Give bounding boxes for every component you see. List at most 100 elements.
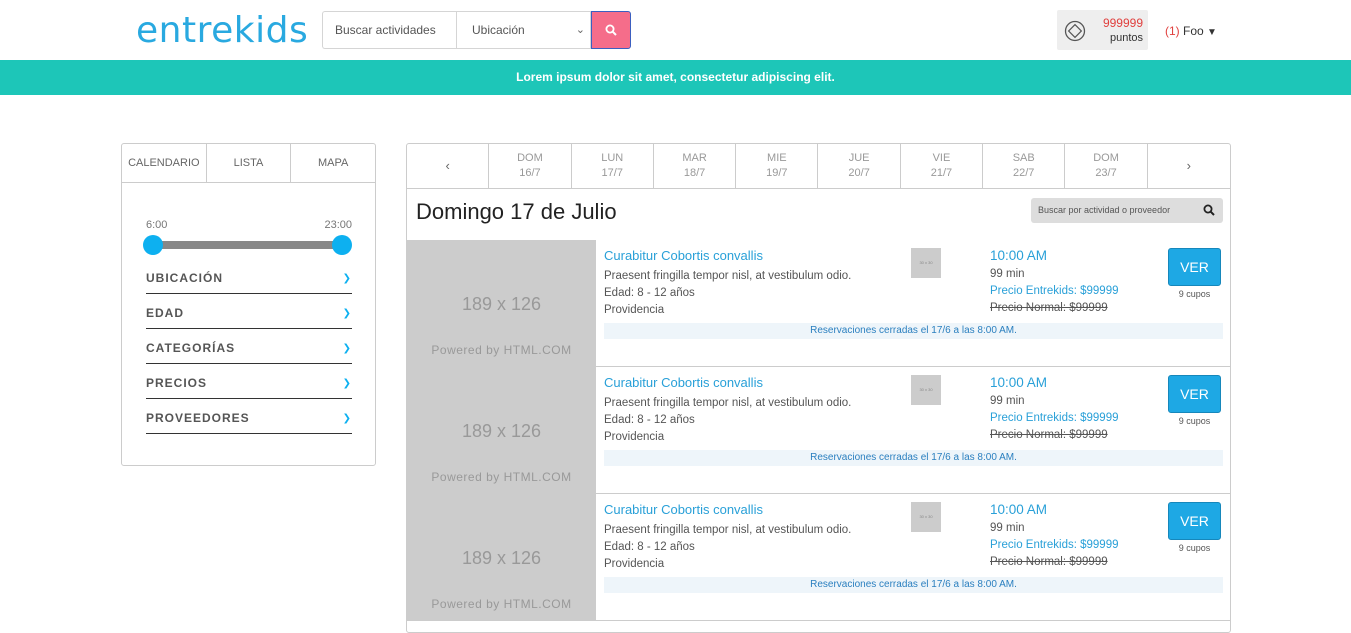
day-date: 23/7 [1095, 167, 1117, 179]
tab-calendario[interactable]: CALENDARIO [122, 144, 207, 182]
activity-title[interactable]: Curabitur Cobortis convallis [604, 248, 763, 263]
points-value: 999999 [1102, 16, 1143, 30]
provider-logo: 30 x 30 [911, 502, 941, 532]
day-item[interactable]: LUN 17/7 [572, 144, 654, 188]
filter-ubicacion[interactable]: UBICACIÓN ❯ [146, 259, 352, 294]
day-item[interactable]: VIE 21/7 [901, 144, 984, 188]
view-button[interactable]: VER [1168, 248, 1221, 286]
filter-label: PRECIOS [146, 376, 208, 390]
activity-image[interactable]: 189 x 126 Powered by HTML.COM [407, 494, 596, 620]
location-select[interactable]: Ubicación ⌄ [456, 11, 591, 49]
day-name: VIE [932, 152, 951, 164]
time-start-label: 6:00 [146, 219, 168, 231]
reservation-closed-note: Reservaciones cerradas el 17/6 a las 8:0… [604, 577, 1223, 593]
view-button[interactable]: VER [1168, 502, 1221, 540]
filter-label: EDAD [146, 306, 185, 320]
search-button[interactable] [591, 11, 631, 49]
day-selector: ‹ DOM 16/7 LUN 17/7 MAR 18/7 MIE 19/7 JUE 20/… [407, 144, 1230, 189]
filter-sidebar: CALENDARIO LISTA MAPA 6:00 23:00 UBICACI… [121, 143, 376, 466]
activity-age: Edad: 8 - 12 años [604, 414, 695, 426]
image-placeholder-dims: 189 x 126 [461, 421, 542, 441]
filter-label: CATEGORÍAS [146, 341, 236, 355]
filter-label: UBICACIÓN [146, 271, 223, 285]
tab-lista[interactable]: LISTA [207, 144, 292, 182]
search-input[interactable]: Buscar actividades [322, 11, 457, 49]
spots-available: 9 cupos [1178, 289, 1211, 299]
activity-description: Praesent fringilla tempor nisl, at vesti… [604, 524, 852, 536]
chevron-down-icon: ▼ [1207, 27, 1217, 38]
reservation-closed-note: Reservaciones cerradas el 17/6 a las 8:0… [604, 450, 1223, 466]
activity-title[interactable]: Curabitur Cobortis convallis [604, 502, 763, 517]
search-icon [1203, 204, 1215, 216]
activity-image[interactable]: 189 x 126 Powered by HTML.COM [407, 367, 596, 493]
view-button[interactable]: VER [1168, 375, 1221, 413]
activity-time: 10:00 AM [990, 375, 1048, 390]
logo[interactable]: entrekids [136, 10, 308, 51]
image-placeholder-credit: Powered by HTML.COM [431, 343, 572, 357]
chevron-down-icon: ❯ [342, 412, 352, 424]
activity-location: Providencia [604, 558, 665, 570]
activity-row: 189 x 126 Powered by HTML.COM Curabitur … [407, 240, 1230, 367]
points-label: puntos [1109, 32, 1143, 44]
points-badge[interactable]: 999999 puntos [1057, 10, 1148, 50]
chevron-down-icon: ❯ [342, 307, 352, 319]
slider-handle-end[interactable] [332, 235, 352, 255]
activity-row: 189 x 126 Powered by HTML.COM Curabitur … [407, 494, 1230, 621]
user-name: Foo [1183, 24, 1204, 38]
price-entrekids: Precio Entrekids: $99999 [990, 539, 1119, 551]
filter-edad[interactable]: EDAD ❯ [146, 294, 352, 329]
spots-available: 9 cupos [1178, 543, 1211, 553]
day-date: 22/7 [1013, 167, 1035, 179]
day-item[interactable]: DOM 23/7 [1065, 144, 1148, 188]
image-placeholder-credit: Powered by HTML.COM [431, 597, 572, 611]
user-menu[interactable]: (1) Foo ▼ [1165, 24, 1217, 38]
activity-details: Praesent fringilla tempor nisl, at vesti… [604, 522, 851, 573]
activity-title[interactable]: Curabitur Cobortis convallis [604, 375, 763, 390]
provider-logo: 30 x 30 [911, 375, 941, 405]
provider-search-input[interactable]: Buscar por actividad o proveedor [1031, 198, 1223, 223]
prev-day-button[interactable]: ‹ [407, 144, 490, 188]
time-range-slider[interactable] [153, 241, 343, 249]
location-select-label: Ubicación [472, 23, 525, 37]
chevron-down-icon: ❯ [342, 342, 352, 354]
day-item[interactable]: DOM 16/7 [489, 144, 572, 188]
page-title: Domingo 17 de Julio [416, 199, 617, 224]
day-name: MAR [682, 152, 707, 164]
filter-precios[interactable]: PRECIOS ❯ [146, 364, 352, 399]
chevron-down-icon: ❯ [342, 272, 352, 284]
day-item[interactable]: SAB 22/7 [983, 144, 1066, 188]
header: entrekids Buscar actividades Ubicación ⌄… [0, 0, 1351, 60]
time-end-label: 23:00 [324, 219, 352, 231]
day-item[interactable]: MAR 18/7 [654, 144, 737, 188]
day-date: 19/7 [766, 167, 788, 179]
tab-mapa[interactable]: MAPA [291, 144, 375, 182]
day-name: DOM [517, 152, 543, 164]
price-entrekids: Precio Entrekids: $99999 [990, 285, 1119, 297]
announcement-banner: Lorem ipsum dolor sit amet, consectetur … [0, 60, 1351, 95]
slider-handle-start[interactable] [143, 235, 163, 255]
image-placeholder-dims: 189 x 126 [461, 294, 542, 314]
points-icon [1064, 20, 1086, 42]
day-date: 17/7 [601, 167, 623, 179]
chevron-down-icon: ❯ [342, 377, 352, 389]
next-day-button[interactable]: › [1148, 144, 1230, 188]
activity-age: Edad: 8 - 12 años [604, 541, 695, 553]
activity-location: Providencia [604, 431, 665, 443]
activity-description: Praesent fringilla tempor nisl, at vesti… [604, 270, 852, 282]
day-item[interactable]: MIE 19/7 [736, 144, 819, 188]
day-date: 18/7 [683, 167, 706, 179]
filter-proveedores[interactable]: PROVEEDORES ❯ [146, 399, 352, 434]
filter-categorias[interactable]: CATEGORÍAS ❯ [146, 329, 352, 364]
chevron-right-icon: › [1186, 158, 1191, 173]
chevron-left-icon: ‹ [445, 158, 450, 173]
price-entrekids: Precio Entrekids: $99999 [990, 412, 1119, 424]
activity-age: Edad: 8 - 12 años [604, 287, 695, 299]
day-item[interactable]: JUE 20/7 [818, 144, 901, 188]
filter-label: PROVEEDORES [146, 411, 250, 425]
day-name: MIE [767, 152, 787, 164]
activity-row: 189 x 126 Powered by HTML.COM Curabitur … [407, 367, 1230, 494]
day-name: DOM [1093, 152, 1119, 164]
activity-image[interactable]: 189 x 126 Powered by HTML.COM [407, 240, 596, 366]
activity-duration: 99 min [990, 522, 1025, 534]
activity-duration: 99 min [990, 268, 1025, 280]
